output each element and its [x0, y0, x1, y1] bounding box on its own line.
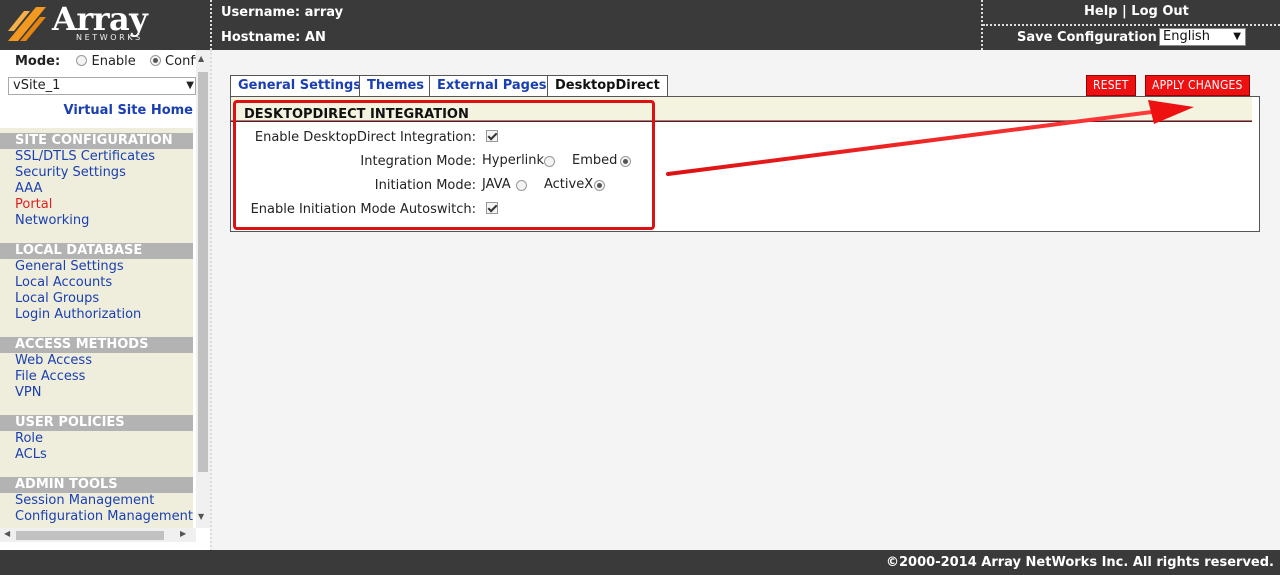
nav-local-accounts[interactable]: Local Accounts — [15, 275, 112, 290]
username-label: Username: array — [221, 5, 344, 20]
nav-portal[interactable]: Portal — [15, 197, 52, 212]
nav-login-authorization[interactable]: Login Authorization — [15, 307, 141, 322]
nav-web-access[interactable]: Web Access — [15, 353, 92, 368]
top-bar: Array NETWORKS Username: array Hostname:… — [0, 0, 1280, 50]
sidebar: Mode: Enable Config vSite_1 ▼ Virtual Si… — [0, 50, 210, 550]
header-right-hdivider — [983, 24, 1280, 26]
scroll-right-icon[interactable]: ▶ — [180, 529, 186, 538]
brand-subtitle: NETWORKS — [76, 33, 143, 42]
mode-label: Mode: — [15, 54, 61, 69]
sidebar-vertical-scrollbar[interactable]: ▲ ▼ — [196, 50, 210, 528]
chevron-down-icon: ▼ — [1233, 31, 1241, 42]
language-value: English — [1163, 29, 1210, 44]
section-user-policies: USER POLICIES — [0, 415, 193, 431]
main-content: General Settings Themes External Pages D… — [212, 50, 1280, 550]
scroll-up-icon[interactable]: ▲ — [198, 54, 204, 63]
annotation-arrow — [666, 100, 1194, 176]
nav-general-settings[interactable]: General Settings — [15, 259, 124, 274]
brand-name: Array — [52, 0, 148, 38]
header-divider — [210, 0, 212, 50]
scrollbar-thumb[interactable] — [198, 72, 208, 472]
vsite-value: vSite_1 — [13, 78, 61, 93]
copyright-text: ©2000-2014 Array NetWorks Inc. All right… — [886, 555, 1274, 570]
app: Array NETWORKS Username: array Hostname:… — [0, 0, 1280, 575]
help-separator: | — [1122, 4, 1127, 19]
brand-logo: Array NETWORKS — [0, 0, 210, 50]
language-select[interactable]: English ▼ — [1159, 28, 1246, 46]
mode-row: Mode: Enable Config — [15, 54, 207, 69]
chevron-down-icon: ▼ — [186, 80, 194, 91]
scroll-down-icon[interactable]: ▼ — [198, 512, 204, 521]
array-logo-icon — [8, 7, 46, 41]
nav-acls[interactable]: ACLs — [15, 447, 47, 462]
hostname-label: Hostname: AN — [221, 30, 326, 45]
nav-session-management[interactable]: Session Management — [15, 493, 154, 508]
footer: ©2000-2014 Array NetWorks Inc. All right… — [0, 550, 1280, 575]
vsite-select[interactable]: vSite_1 ▼ — [8, 77, 196, 95]
sidebar-horizontal-scrollbar[interactable]: ◀ ▶ — [0, 528, 196, 542]
mode-enable-radio[interactable] — [76, 55, 88, 66]
section-site-configuration: SITE CONFIGURATION — [0, 133, 193, 149]
logout-link[interactable]: Log Out — [1131, 4, 1189, 19]
nav-networking[interactable]: Networking — [15, 213, 89, 228]
scroll-left-icon[interactable]: ◀ — [4, 529, 10, 538]
nav-configuration-management[interactable]: Configuration Management — [15, 509, 193, 524]
save-configuration-link[interactable]: Save Configuration — [1017, 30, 1157, 45]
mode-config-radio[interactable] — [149, 55, 161, 66]
nav-aaa[interactable]: AAA — [15, 181, 42, 196]
section-access-methods: ACCESS METHODS — [0, 337, 193, 353]
section-admin-tools: ADMIN TOOLS — [0, 477, 193, 493]
mode-enable-label: Enable — [91, 54, 136, 69]
nav-security-settings[interactable]: Security Settings — [15, 165, 126, 180]
help-link[interactable]: Help — [1084, 4, 1117, 19]
nav-ssl-dtls-certificates[interactable]: SSL/DTLS Certificates — [15, 149, 155, 164]
nav-file-access[interactable]: File Access — [15, 369, 85, 384]
nav-local-groups[interactable]: Local Groups — [15, 291, 99, 306]
nav-vpn[interactable]: VPN — [15, 385, 41, 400]
scrollbar-thumb[interactable] — [16, 531, 164, 540]
sidebar-content: Mode: Enable Config vSite_1 ▼ Virtual Si… — [0, 50, 207, 528]
virtual-site-home-link[interactable]: Virtual Site Home — [64, 103, 193, 118]
nav-role[interactable]: Role — [15, 431, 43, 446]
section-local-database: LOCAL DATABASE — [0, 243, 193, 259]
